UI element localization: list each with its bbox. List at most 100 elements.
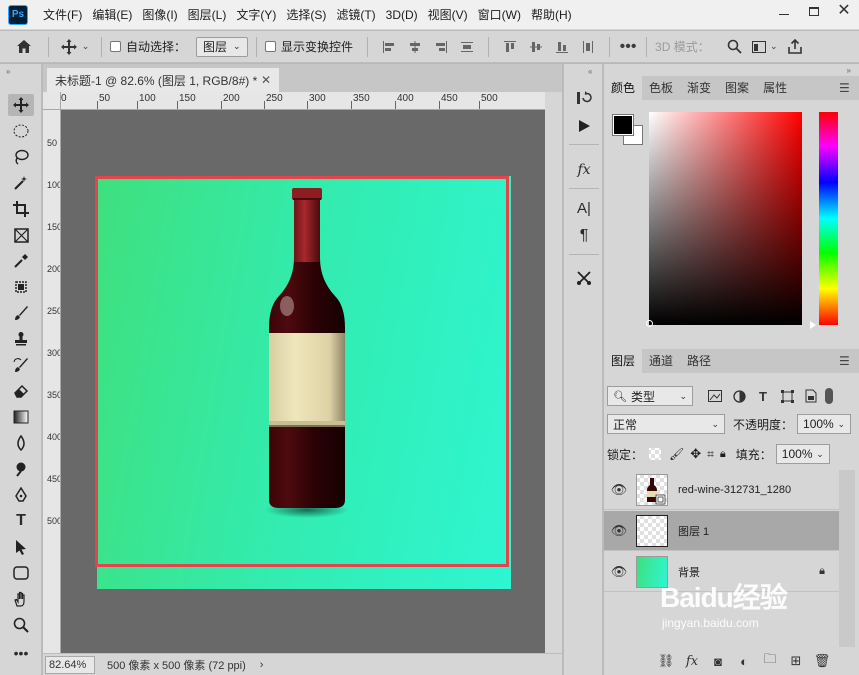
pen-tool-icon[interactable] bbox=[8, 484, 34, 506]
pixel-layer-filter-icon[interactable] bbox=[707, 388, 723, 404]
close-window-button[interactable]: ✕ bbox=[829, 0, 859, 22]
menu-help[interactable]: 帮助(H) bbox=[526, 0, 577, 30]
rectangle-tool-icon[interactable] bbox=[8, 562, 34, 584]
close-icon[interactable]: ✕ bbox=[261, 73, 271, 87]
magic-wand-tool-icon[interactable] bbox=[8, 172, 34, 194]
panel-menu-icon[interactable]: ☰ bbox=[839, 81, 851, 95]
ruler-origin[interactable] bbox=[43, 92, 61, 110]
menu-filter[interactable]: 滤镜(T) bbox=[331, 0, 380, 30]
frame-tool-icon[interactable] bbox=[8, 224, 34, 246]
link-layers-icon[interactable]: ⛓︎ bbox=[653, 653, 679, 669]
align-vertical-centers-icon[interactable] bbox=[529, 40, 543, 54]
opacity-field[interactable]: 100% ⌄ bbox=[797, 414, 852, 434]
minimize-button[interactable] bbox=[769, 0, 799, 22]
menu-edit[interactable]: 编辑(E) bbox=[87, 0, 137, 30]
actions-panel-icon[interactable] bbox=[573, 116, 595, 136]
eyedropper-tool-icon[interactable] bbox=[8, 250, 34, 272]
path-selection-tool-icon[interactable] bbox=[8, 536, 34, 558]
lock-position-icon[interactable]: ✥ bbox=[690, 446, 701, 462]
collapse-toolbar-icon[interactable]: » bbox=[6, 67, 10, 76]
paragraph-panel-icon[interactable]: ¶ bbox=[573, 226, 595, 246]
maximize-button[interactable] bbox=[799, 0, 829, 22]
add-layer-style-icon[interactable]: fx bbox=[679, 654, 705, 669]
tab-paths[interactable]: 路径 bbox=[680, 349, 718, 373]
distribute-vertical-icon[interactable] bbox=[581, 40, 595, 54]
visibility-eye-icon[interactable]: 👁︎ bbox=[604, 564, 634, 580]
menu-layer[interactable]: 图层(L) bbox=[183, 0, 232, 30]
hue-slider-handle[interactable] bbox=[810, 321, 816, 329]
history-panel-icon[interactable] bbox=[573, 88, 595, 108]
tab-patterns[interactable]: 图案 bbox=[718, 76, 756, 100]
document-canvas[interactable] bbox=[95, 176, 511, 589]
delete-layer-icon[interactable]: 🗑︎ bbox=[809, 653, 835, 669]
new-layer-icon[interactable]: ⊞ bbox=[783, 653, 809, 669]
chevron-right-icon[interactable]: › bbox=[260, 659, 264, 671]
horizontal-ruler[interactable]: 0 50 100 150 200 250 300 350 400 450 500 bbox=[61, 92, 545, 110]
adjustment-layer-filter-icon[interactable] bbox=[731, 388, 747, 404]
lasso-tool-icon[interactable] bbox=[8, 146, 34, 168]
expand-panels-icon[interactable]: » bbox=[847, 66, 851, 75]
menu-select[interactable]: 选择(S) bbox=[281, 0, 331, 30]
history-brush-tool-icon[interactable] bbox=[8, 354, 34, 376]
hue-slider[interactable] bbox=[819, 112, 838, 325]
auto-select-target-dropdown[interactable]: 图层 ⌄ bbox=[196, 36, 249, 57]
menu-window[interactable]: 窗口(W) bbox=[473, 0, 526, 30]
tab-layers[interactable]: 图层 bbox=[604, 349, 643, 373]
tab-swatches[interactable]: 色板 bbox=[642, 76, 680, 100]
eraser-tool-icon[interactable] bbox=[8, 380, 34, 402]
type-tool-icon[interactable]: T bbox=[8, 510, 34, 532]
wine-bottle-image[interactable] bbox=[257, 188, 357, 528]
lock-transparent-icon[interactable] bbox=[649, 448, 662, 460]
blur-tool-icon[interactable] bbox=[8, 432, 34, 454]
visibility-eye-icon[interactable]: 👁︎ bbox=[604, 523, 634, 539]
filter-toggle-switch[interactable] bbox=[825, 388, 833, 404]
menu-type[interactable]: 文字(Y) bbox=[231, 0, 281, 30]
layer-row-red-wine[interactable]: 👁︎ red-wine-312731_1280 bbox=[604, 470, 839, 510]
document-tab[interactable]: 未标题-1 @ 82.6% (图层 1, RGB/8#) * ✕ bbox=[47, 68, 279, 92]
layer-row-layer-1[interactable]: 👁︎ 图层 1 bbox=[604, 511, 839, 551]
home-icon[interactable] bbox=[8, 39, 40, 54]
fill-field[interactable]: 100% ⌄ bbox=[775, 444, 830, 464]
smart-object-filter-icon[interactable] bbox=[803, 388, 819, 404]
move-tool-icon[interactable] bbox=[8, 94, 34, 116]
tab-gradients[interactable]: 渐变 bbox=[680, 76, 718, 100]
layer-filter-dropdown[interactable]: 🔍︎ 类型 ⌄ bbox=[607, 386, 693, 406]
shape-layer-filter-icon[interactable] bbox=[779, 388, 795, 404]
edit-toolbar-icon[interactable]: ••• bbox=[8, 642, 34, 664]
lock-image-icon[interactable]: 🖌︎ bbox=[669, 447, 684, 461]
foreground-color-swatch[interactable] bbox=[612, 114, 634, 136]
brush-tool-icon[interactable] bbox=[8, 302, 34, 324]
panel-menu-icon[interactable]: ☰ bbox=[839, 354, 851, 368]
share-icon[interactable] bbox=[782, 39, 808, 54]
menu-3d[interactable]: 3D(D) bbox=[381, 0, 423, 30]
more-options-icon[interactable]: ••• bbox=[618, 38, 638, 56]
align-bottom-edges-icon[interactable] bbox=[555, 40, 569, 54]
zoom-level-field[interactable]: 82.64% bbox=[45, 655, 95, 674]
distribute-horizontal-icon[interactable] bbox=[460, 40, 474, 54]
character-panel-icon[interactable]: A| bbox=[573, 198, 595, 218]
vertical-scrollbar[interactable] bbox=[545, 92, 562, 653]
marquee-tool-icon[interactable] bbox=[8, 120, 34, 142]
search-icon[interactable] bbox=[722, 39, 748, 54]
menu-file[interactable]: 文件(F) bbox=[38, 0, 87, 30]
tab-color[interactable]: 颜色 bbox=[604, 76, 643, 100]
styles-panel-icon[interactable]: fx bbox=[573, 160, 595, 180]
align-top-edges-icon[interactable] bbox=[503, 40, 517, 54]
align-right-edges-icon[interactable] bbox=[434, 40, 448, 54]
workspace-switcher-icon[interactable]: ⌄ bbox=[748, 40, 782, 53]
vertical-ruler[interactable]: 50 100 150 200 250 300 350 400 450 500 bbox=[43, 110, 61, 653]
dodge-tool-icon[interactable] bbox=[8, 458, 34, 480]
menu-view[interactable]: 视图(V) bbox=[423, 0, 473, 30]
align-horizontal-centers-icon[interactable] bbox=[408, 40, 422, 54]
lock-artboard-icon[interactable]: ⌗ bbox=[707, 447, 714, 462]
blend-mode-dropdown[interactable]: 正常 ⌄ bbox=[607, 414, 725, 434]
crop-tool-icon[interactable] bbox=[8, 198, 34, 220]
move-tool-preset-icon[interactable]: ⌄ bbox=[57, 38, 93, 55]
tab-channels[interactable]: 通道 bbox=[642, 349, 680, 373]
tool-presets-panel-icon[interactable] bbox=[573, 268, 595, 288]
show-transform-checkbox[interactable] bbox=[265, 41, 277, 52]
layers-scrollbar[interactable] bbox=[839, 470, 855, 647]
tab-properties[interactable]: 属性 bbox=[756, 76, 794, 100]
color-saturation-picker[interactable] bbox=[649, 112, 802, 325]
visibility-eye-icon[interactable]: 👁︎ bbox=[604, 482, 634, 498]
